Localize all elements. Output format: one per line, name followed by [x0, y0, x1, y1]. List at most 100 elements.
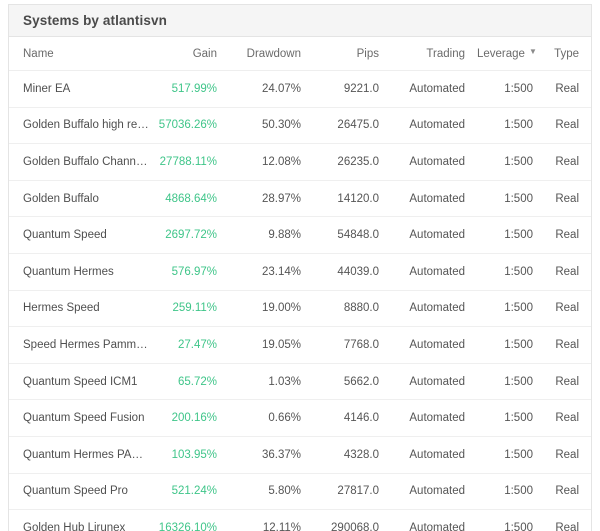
cell-gain: 517.99% [153, 70, 229, 108]
cell-gain: 103.95% [153, 436, 229, 474]
column-header-gain[interactable]: Gain [153, 37, 229, 71]
cell-drawdown: 28.97% [229, 180, 313, 218]
cell-type: Real [545, 399, 591, 437]
cell-leverage: 1:500 [477, 180, 545, 218]
cell-name[interactable]: Hermes Speed [9, 290, 153, 328]
cell-leverage: 1:500 [477, 216, 545, 254]
cell-name[interactable]: Golden Buffalo Channel ... [9, 143, 153, 181]
table-row[interactable]: Golden Buffalo high return 57036.26% 50.30… [9, 107, 591, 145]
page-root: Systems by atlantisvn Name Gain Drawdown… [0, 0, 600, 531]
cell-type: Real [545, 143, 591, 181]
cell-type: Real [545, 363, 591, 401]
cell-name[interactable]: Quantum Hermes [9, 253, 153, 291]
card-header: Systems by atlantisvn [9, 5, 591, 37]
cell-name[interactable]: Miner EA [9, 70, 153, 108]
table-row[interactable]: Quantum Speed Fusion 200.16% 0.66% 4146.0 Au… [9, 399, 591, 437]
table-row[interactable]: Golden Buffalo Channel ... 27788.11% 12.08… [9, 143, 591, 181]
cell-trading: Automated [391, 107, 477, 145]
cell-trading: Automated [391, 436, 477, 474]
cell-drawdown: 19.00% [229, 290, 313, 328]
table-body: Miner EA 517.99% 24.07% 9221.0 Automated 1:50… [9, 70, 591, 531]
cell-pips: 54848.0 [313, 216, 391, 254]
cell-gain: 200.16% [153, 399, 229, 437]
table-row[interactable]: Quantum Hermes PAMM 103.95% 36.37% 4328.0 Au… [9, 436, 591, 474]
cell-pips: 26235.0 [313, 143, 391, 181]
cell-gain: 4868.64% [153, 180, 229, 218]
cell-name[interactable]: Golden Buffalo [9, 180, 153, 218]
table-row[interactable]: Golden Hub Lirunex 16326.10% 12.11% 290068.… [9, 509, 591, 531]
cell-trading: Automated [391, 473, 477, 511]
column-header-name[interactable]: Name [9, 37, 153, 71]
cell-name[interactable]: Quantum Speed Pro [9, 473, 153, 511]
cell-drawdown: 9.88% [229, 216, 313, 254]
cell-trading: Automated [391, 363, 477, 401]
cell-leverage: 1:500 [477, 326, 545, 364]
cell-trading: Automated [391, 143, 477, 181]
cell-trading: Automated [391, 180, 477, 218]
cell-trading: Automated [391, 509, 477, 531]
cell-trading: Automated [391, 70, 477, 108]
cell-gain: 259.11% [153, 290, 229, 328]
cell-type: Real [545, 180, 591, 218]
cell-type: Real [545, 216, 591, 254]
cell-pips: 26475.0 [313, 107, 391, 145]
column-header-trading[interactable]: Trading [391, 37, 477, 71]
column-header-pips[interactable]: Pips [313, 37, 391, 71]
cell-gain: 27.47% [153, 326, 229, 364]
systems-card: Systems by atlantisvn Name Gain Drawdown… [8, 4, 592, 531]
cell-drawdown: 0.66% [229, 399, 313, 437]
cell-gain: 521.24% [153, 473, 229, 511]
cell-leverage: 1:500 [477, 363, 545, 401]
cell-leverage: 1:500 [477, 107, 545, 145]
cell-pips: 8880.0 [313, 290, 391, 328]
caret-down-icon: ▼ [528, 47, 537, 57]
cell-type: Real [545, 473, 591, 511]
cell-trading: Automated [391, 253, 477, 291]
table-row[interactable]: Quantum Hermes 576.97% 23.14% 44039.0 Automa… [9, 253, 591, 291]
cell-pips: 290068.0 [313, 509, 391, 531]
cell-name[interactable]: Quantum Speed ICM1 [9, 363, 153, 401]
table-header-row: Name Gain Drawdown Pips Trading Leverage… [9, 37, 591, 71]
cell-pips: 4146.0 [313, 399, 391, 437]
cell-leverage: 1:500 [477, 509, 545, 531]
cell-type: Real [545, 326, 591, 364]
cell-name[interactable]: Quantum Speed [9, 216, 153, 254]
cell-gain: 576.97% [153, 253, 229, 291]
table-row[interactable]: Quantum Speed 2697.72% 9.88% 54848.0 Automat… [9, 216, 591, 254]
cell-pips: 44039.0 [313, 253, 391, 291]
cell-drawdown: 19.05% [229, 326, 313, 364]
cell-leverage: 1:500 [477, 290, 545, 328]
cell-leverage: 1:500 [477, 436, 545, 474]
cell-gain: 57036.26% [153, 107, 229, 145]
cell-type: Real [545, 290, 591, 328]
cell-type: Real [545, 509, 591, 531]
cell-name[interactable]: Quantum Hermes PAMM [9, 436, 153, 474]
cell-type: Real [545, 253, 591, 291]
cell-name[interactable]: Speed Hermes Pamm Va... [9, 326, 153, 364]
column-header-leverage[interactable]: Leverage ▼ [477, 37, 545, 71]
column-header-type[interactable]: Type [545, 37, 591, 71]
cell-gain: 65.72% [153, 363, 229, 401]
cell-leverage: 1:500 [477, 399, 545, 437]
table-row[interactable]: Speed Hermes Pamm Va... 27.47% 19.05% 7768.… [9, 326, 591, 364]
cell-drawdown: 50.30% [229, 107, 313, 145]
table-row[interactable]: Quantum Speed ICM1 65.72% 1.03% 5662.0 Autom… [9, 363, 591, 401]
table-row[interactable]: Quantum Speed Pro 521.24% 5.80% 27817.0 Auto… [9, 473, 591, 511]
cell-leverage: 1:500 [477, 253, 545, 291]
table-row[interactable]: Miner EA 517.99% 24.07% 9221.0 Automated 1:50… [9, 70, 591, 108]
table-row[interactable]: Hermes Speed 259.11% 19.00% 8880.0 Automated… [9, 290, 591, 328]
cell-name[interactable]: Golden Buffalo high return [9, 107, 153, 145]
cell-name[interactable]: Quantum Speed Fusion [9, 399, 153, 437]
cell-name[interactable]: Golden Hub Lirunex [9, 509, 153, 531]
cell-type: Real [545, 436, 591, 474]
column-header-drawdown[interactable]: Drawdown [229, 37, 313, 71]
cell-type: Real [545, 107, 591, 145]
cell-leverage: 1:500 [477, 473, 545, 511]
cell-drawdown: 1.03% [229, 363, 313, 401]
cell-trading: Automated [391, 290, 477, 328]
table-row[interactable]: Golden Buffalo 4868.64% 28.97% 14120.0 Autom… [9, 180, 591, 218]
cell-pips: 27817.0 [313, 473, 391, 511]
cell-gain: 2697.72% [153, 216, 229, 254]
cell-trading: Automated [391, 216, 477, 254]
cell-pips: 7768.0 [313, 326, 391, 364]
